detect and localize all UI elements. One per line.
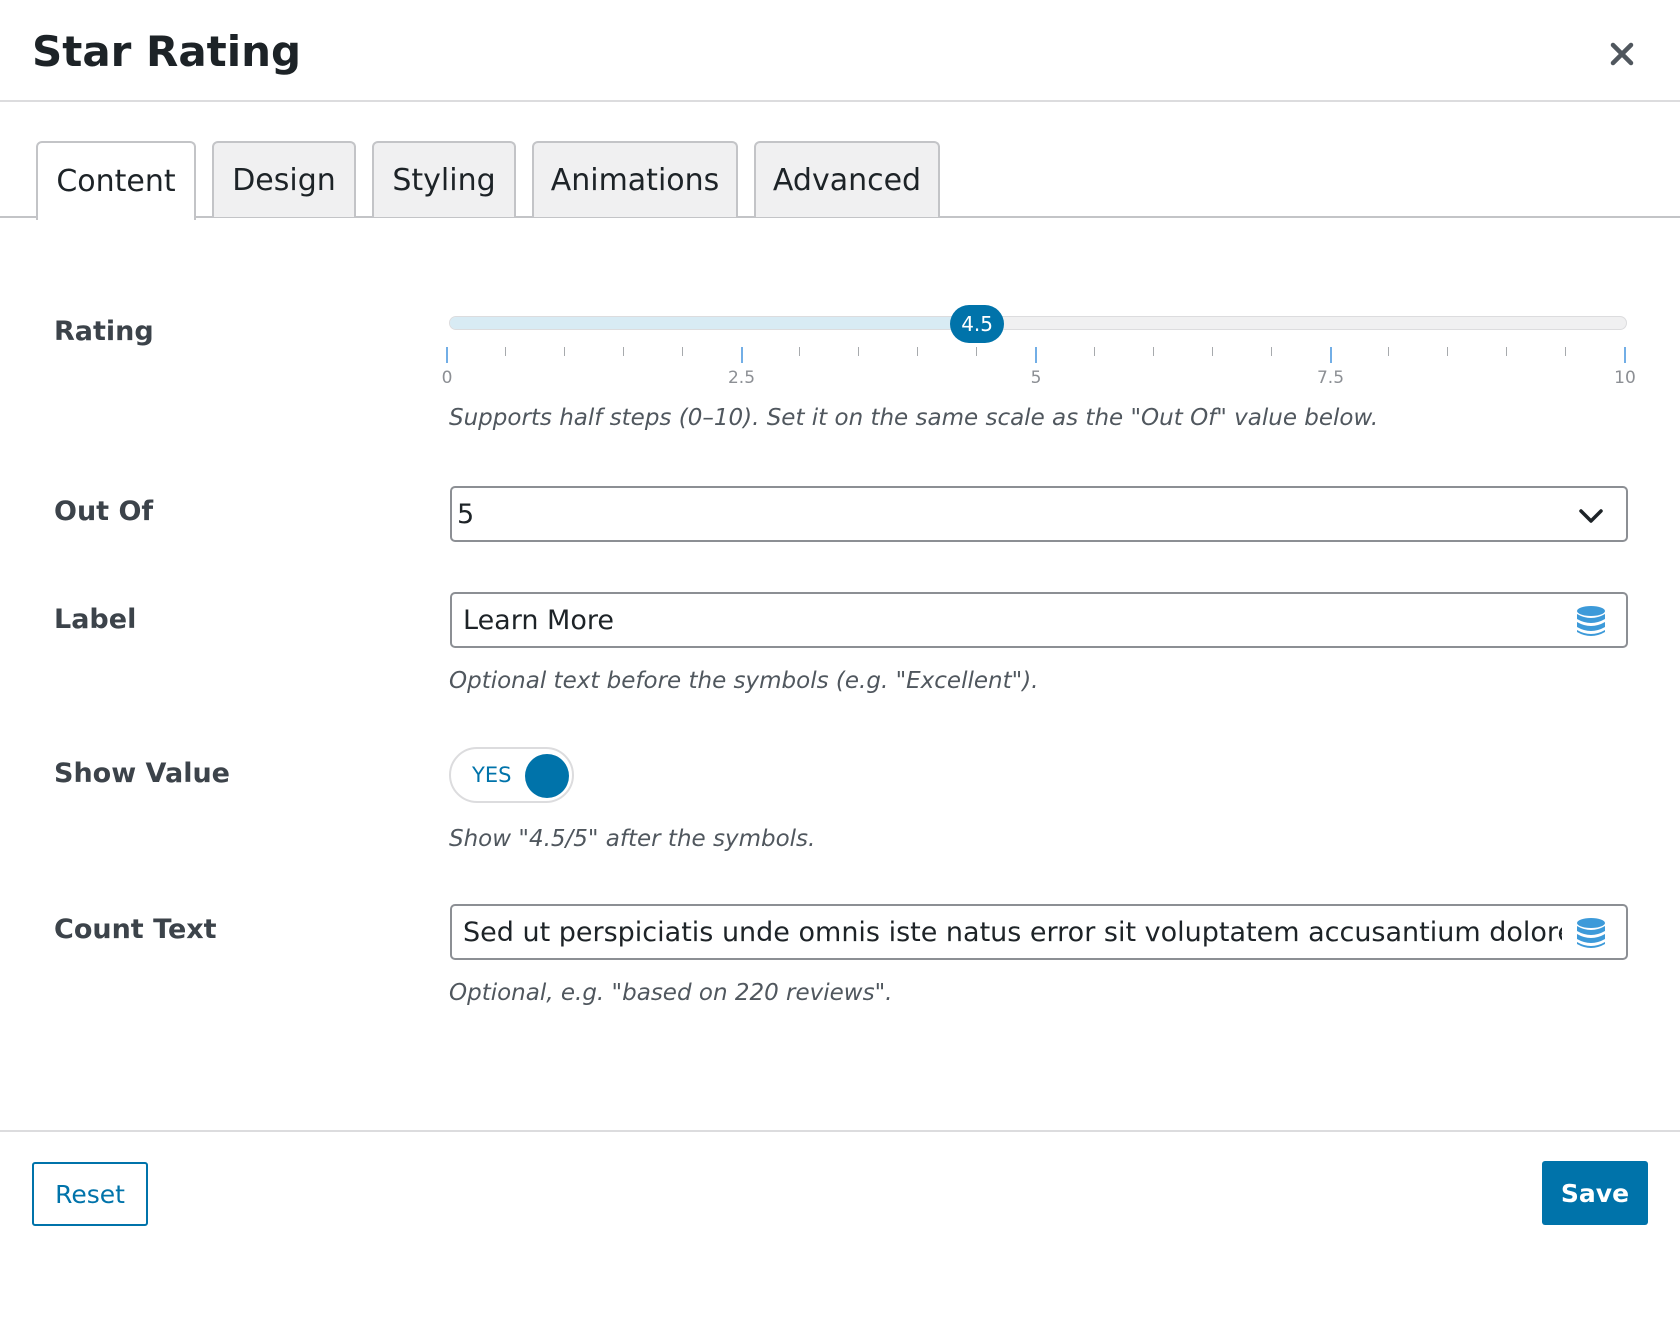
slider-minor-tick bbox=[858, 347, 860, 356]
tab-animations[interactable]: Animations bbox=[532, 141, 738, 217]
slider-major-tick bbox=[1624, 347, 1626, 363]
slider-minor-tick bbox=[1447, 347, 1449, 356]
slider-minor-tick bbox=[1211, 347, 1213, 356]
slider-minor-tick bbox=[622, 347, 624, 356]
label-help-text: Optional text before the symbols (e.g. "… bbox=[449, 668, 1039, 694]
chevron-down-icon bbox=[1579, 509, 1603, 523]
tab-styling[interactable]: Styling bbox=[372, 141, 516, 217]
rating-slider-thumb[interactable]: 4.5 bbox=[950, 305, 1005, 343]
out-of-select[interactable]: 5 bbox=[450, 486, 1628, 542]
count-text-label: Count Text bbox=[54, 914, 217, 945]
slider-major-tick bbox=[1035, 347, 1037, 363]
show-value-label: Show Value bbox=[54, 758, 230, 789]
rating-label: Rating bbox=[54, 316, 154, 347]
database-icon[interactable] bbox=[1574, 916, 1608, 950]
slider-minor-tick bbox=[1152, 347, 1154, 356]
close-icon bbox=[1610, 42, 1634, 66]
slider-major-tick bbox=[446, 347, 448, 363]
slider-tick-label: 10 bbox=[1614, 368, 1636, 388]
slider-minor-tick bbox=[1270, 347, 1272, 356]
label-field-label: Label bbox=[54, 604, 137, 635]
label-input-value: Learn More bbox=[463, 604, 614, 636]
slider-minor-tick bbox=[504, 347, 506, 356]
slider-minor-tick bbox=[681, 347, 683, 356]
rating-help-text: Supports half steps (0–10). Set it on th… bbox=[449, 405, 1379, 431]
slider-tick-label: 0 bbox=[441, 368, 453, 388]
slider-minor-tick bbox=[1093, 347, 1095, 356]
slider-major-tick bbox=[740, 347, 743, 363]
count-text-input[interactable]: Sed ut perspiciatis unde omnis iste natu… bbox=[450, 904, 1628, 960]
slider-tick-label: 2.5 bbox=[727, 368, 756, 388]
count-text-input-value: Sed ut perspiciatis unde omnis iste natu… bbox=[463, 916, 1562, 948]
slider-tick-label: 5 bbox=[1030, 368, 1042, 388]
toggle-state-text: YES bbox=[472, 763, 512, 787]
slider-minor-tick bbox=[917, 347, 919, 356]
tab-advanced[interactable]: Advanced bbox=[754, 141, 940, 217]
label-input[interactable]: Learn More bbox=[450, 592, 1628, 648]
close-button[interactable] bbox=[1600, 32, 1644, 76]
show-value-toggle[interactable]: YES bbox=[449, 747, 574, 803]
tab-content[interactable]: Content bbox=[36, 141, 196, 220]
slider-minor-tick bbox=[1506, 347, 1508, 356]
slider-minor-tick bbox=[1388, 347, 1390, 356]
footer-divider bbox=[0, 1130, 1680, 1132]
toggle-knob bbox=[525, 754, 569, 798]
slider-minor-tick bbox=[1565, 347, 1567, 356]
reset-button[interactable]: Reset bbox=[32, 1162, 148, 1226]
tab-bar: Content Design Styling Animations Advanc… bbox=[0, 141, 1680, 220]
out-of-selected-value: 5 bbox=[457, 498, 475, 530]
count-text-help-text: Optional, e.g. "based on 220 reviews". bbox=[449, 980, 893, 1006]
slider-minor-tick bbox=[799, 347, 801, 356]
out-of-label: Out Of bbox=[54, 496, 154, 527]
tab-design[interactable]: Design bbox=[212, 141, 356, 217]
rating-slider-fill bbox=[450, 317, 980, 329]
slider-tick-label: 7.5 bbox=[1316, 368, 1345, 388]
save-button[interactable]: Save bbox=[1542, 1161, 1648, 1225]
dialog-header: Star Rating bbox=[0, 0, 1680, 102]
database-icon[interactable] bbox=[1574, 604, 1608, 638]
dialog-title: Star Rating bbox=[32, 27, 302, 76]
slider-minor-tick bbox=[976, 347, 978, 356]
rating-slider-track[interactable] bbox=[449, 316, 1627, 330]
slider-minor-tick bbox=[563, 347, 565, 356]
show-value-help-text: Show "4.5/5" after the symbols. bbox=[449, 826, 816, 852]
slider-major-tick bbox=[1329, 347, 1332, 363]
